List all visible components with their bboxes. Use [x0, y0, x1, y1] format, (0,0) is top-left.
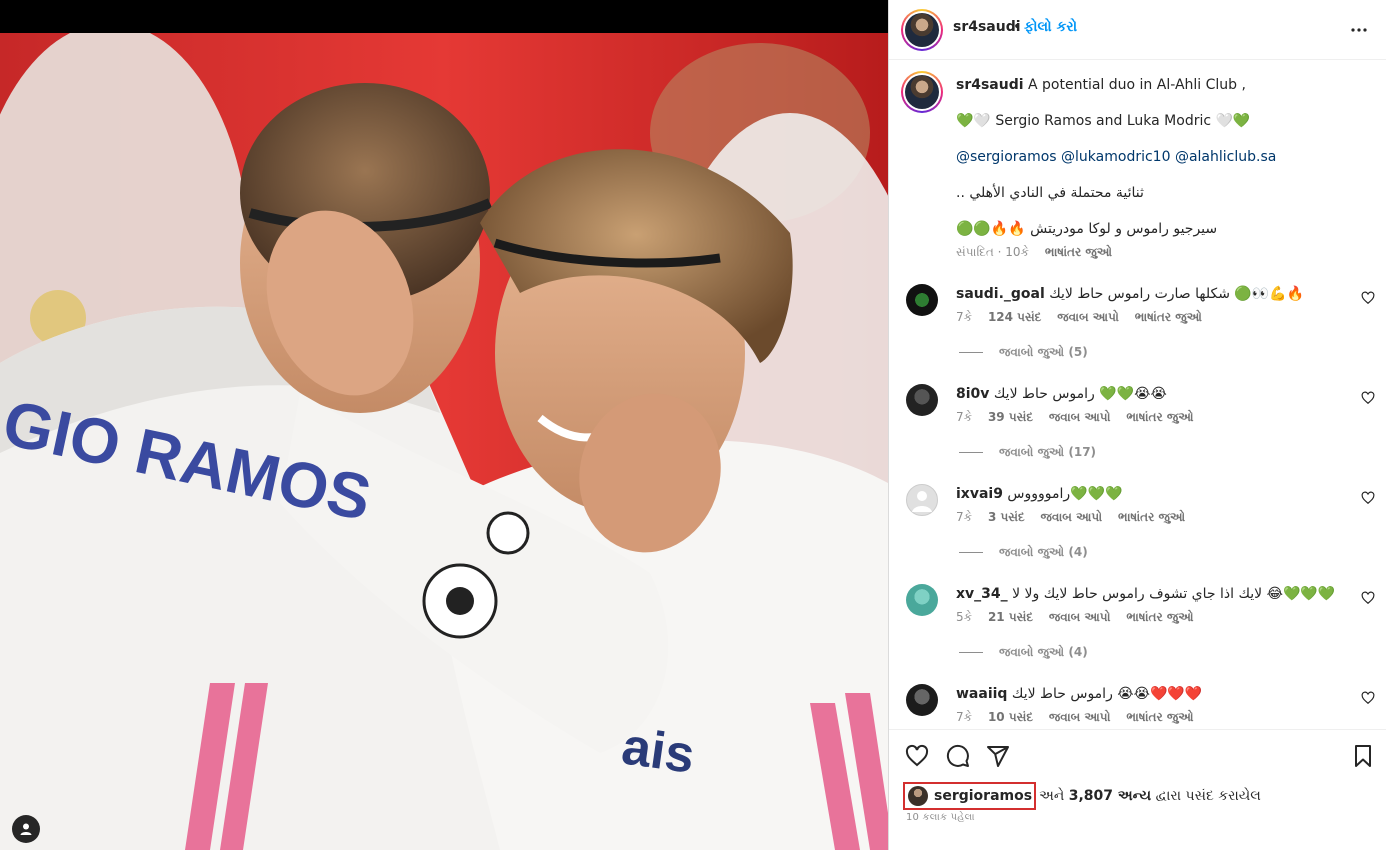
comment-meta: 7કે 3 પસંદ જવાબ આપો ભાષાંતર જુઓ	[956, 510, 1197, 525]
comment-username[interactable]: xv_34_	[956, 586, 1008, 602]
comment-text: ixvai9 رامووووس💚💚💚	[956, 485, 1356, 503]
view-replies-label: જવાબો જુઓ (4)	[999, 645, 1088, 659]
comments-section[interactable]: sr4saudi A potential duo in Al-Ahli Club…	[889, 61, 1386, 729]
comment-meta: 7કે 10 પસંદ જવાબ આપો ભાષાંતર જુઓ	[956, 710, 1205, 725]
follow-button[interactable]: ફોલો કરો	[1024, 19, 1077, 35]
comment-meta: 5કે 21 પસંદ જવાબ આપો ભાષાંતર જુઓ	[956, 610, 1205, 625]
comment-likes[interactable]: 10 પસંદ	[988, 710, 1033, 724]
comment-likes[interactable]: 3 પસંદ	[988, 510, 1025, 524]
svg-text:ais: ais	[618, 717, 698, 784]
mention-lukamodric10[interactable]: @lukamodric10	[1061, 149, 1170, 165]
caption-author-avatar[interactable]	[901, 71, 943, 113]
post-actions: sergioramos અને 3,807 અન્ય દ્વારા પસંદ ક…	[889, 729, 1386, 850]
view-replies-button[interactable]: જવાબો જુઓ (17)	[959, 445, 1096, 460]
caption-text-1: A potential duo in Al-Ahli Club ,	[1028, 77, 1246, 93]
comment-body: راموس حاط لايك 😭😭❤️❤️❤️	[1011, 686, 1203, 702]
comment-time: 7કે	[956, 510, 973, 524]
author-username[interactable]: sr4saudi	[953, 19, 1021, 35]
view-replies-label: જવાબો જુઓ (5)	[999, 345, 1088, 359]
liker-username[interactable]: sergioramos	[934, 788, 1032, 804]
caption-edited-time: સંપાદિત · 10કે	[956, 245, 1030, 259]
header-separator: •	[1013, 19, 1022, 35]
user-tag-icon[interactable]	[12, 815, 40, 843]
comment-time: 7કે	[956, 310, 973, 324]
comment-likes[interactable]: 21 પસંદ	[988, 610, 1033, 624]
comment-like-heart-icon[interactable]	[1361, 691, 1375, 705]
comment-text: waaiiq راموس حاط لايك 😭😭❤️❤️❤️	[956, 685, 1356, 703]
caption-meta: સંપાદિત · 10કે ભાષાંતર જુઓ	[956, 245, 1124, 260]
comment-reply-button[interactable]: જવાબ આપો	[1041, 510, 1103, 524]
comment-username[interactable]: ixvai9	[956, 486, 1003, 502]
comment-likes[interactable]: 39 પસંદ	[988, 410, 1033, 424]
comment-translate-button[interactable]: ભાષાંતર જુઓ	[1126, 710, 1193, 724]
heart-icon[interactable]	[905, 744, 929, 768]
caption-line-2: 💚🤍 Sergio Ramos and Luka Modric 🤍💚	[956, 113, 1251, 129]
comment-body: راموس حاط لايك 💚💚😭😭	[993, 386, 1167, 402]
caption-mentions: @sergioramos @lukamodric10 @alahliclub.s…	[956, 149, 1276, 165]
caption-username[interactable]: sr4saudi	[956, 77, 1024, 93]
comment-username[interactable]: waaiiq	[956, 686, 1007, 702]
comment-avatar[interactable]	[906, 284, 938, 316]
caption-translate-button[interactable]: ભાષાંતર જુઓ	[1045, 245, 1112, 259]
likes-prefix: અને	[1039, 788, 1065, 804]
post-timestamp: 10 કલાક પહેલા	[906, 812, 975, 823]
share-icon[interactable]	[986, 744, 1010, 768]
view-replies-label: જવાબો જુઓ (17)	[999, 445, 1097, 459]
comment-avatar[interactable]	[906, 584, 938, 616]
view-replies-button[interactable]: જવાબો જુઓ (5)	[959, 345, 1088, 360]
caption-line-1: sr4saudi A potential duo in Al-Ahli Club…	[956, 77, 1246, 93]
post-photo[interactable]: ais GIO RAMOS	[0, 33, 888, 850]
comment-body: لايك اذا جاي تشوف راموس حاط لايك ولا لا …	[1012, 586, 1336, 602]
comment-reply-button[interactable]: જવાબ આપો	[1057, 310, 1119, 324]
comment-body: رامووووس💚💚💚	[1007, 486, 1123, 502]
liker-avatar[interactable]	[908, 786, 928, 806]
mention-alahliclub[interactable]: @alahliclub.sa	[1175, 149, 1276, 165]
mention-sergioramos[interactable]: @sergioramos	[956, 149, 1057, 165]
caption-line-5: سيرجيو راموس و لوكا مودريتش 🔥🔥🟢🟢	[956, 221, 1218, 237]
bookmark-icon[interactable]	[1351, 744, 1375, 768]
comment-meta: 7કે 124 પસંદ જવાબ આપો ભાષાંતર જુઓ	[956, 310, 1214, 325]
comment-reply-button[interactable]: જવાબ આપો	[1049, 610, 1111, 624]
comment-translate-button[interactable]: ભાષાંતર જુઓ	[1135, 310, 1202, 324]
comment-translate-button[interactable]: ભાષાંતર જુઓ	[1126, 410, 1193, 424]
view-replies-button[interactable]: જવાબો જુઓ (4)	[959, 645, 1088, 660]
comment-like-heart-icon[interactable]	[1361, 491, 1375, 505]
comment-likes[interactable]: 124 પસંદ	[988, 310, 1041, 324]
comment-like-heart-icon[interactable]	[1361, 591, 1375, 605]
liker-highlight[interactable]: sergioramos	[903, 782, 1037, 810]
comment-time: 7કે	[956, 410, 973, 424]
comment-text: xv_34_ لايك اذا جاي تشوف راموس حاط لايك …	[956, 585, 1356, 603]
comment-translate-button[interactable]: ભાષાંતર જુઓ	[1126, 610, 1193, 624]
post-media[interactable]: ais GIO RAMOS	[0, 0, 888, 850]
comment-username[interactable]: saudi._goal	[956, 286, 1045, 302]
view-replies-button[interactable]: જવાબો જુઓ (4)	[959, 545, 1088, 560]
caption-line-4: ثنائية محتملة في النادي الأهلي ..	[956, 185, 1144, 201]
comment-body: شكلها صارت راموس حاط لايك 🟢👀💪🔥	[1049, 286, 1305, 302]
comment-icon[interactable]	[946, 744, 970, 768]
comment-translate-button[interactable]: ભાષાંતર જુઓ	[1118, 510, 1185, 524]
view-replies-label: જવાબો જુઓ (4)	[999, 545, 1088, 559]
likes-count[interactable]: 3,807 અન્ય	[1069, 788, 1151, 804]
author-avatar[interactable]	[901, 9, 943, 51]
post-side-panel: sr4saudi • ફોલો કરો sr4saudi A potential…	[888, 0, 1386, 850]
comment-time: 5કે	[956, 610, 973, 624]
comment-avatar[interactable]	[906, 484, 938, 516]
likes-suffix: દ્વારા પસંદ કરાયેલ	[1155, 788, 1261, 804]
comment-avatar[interactable]	[906, 384, 938, 416]
comment-text: saudi._goal شكلها صارت راموس حاط لايك 🟢👀…	[956, 285, 1356, 303]
post-header: sr4saudi • ફોલો કરો	[889, 0, 1386, 60]
more-horizontal-icon[interactable]	[1347, 18, 1371, 42]
comment-meta: 7કે 39 પસંદ જવાબ આપો ભાષાંતર જુઓ	[956, 410, 1205, 425]
comment-reply-button[interactable]: જવાબ આપો	[1049, 710, 1111, 724]
comment-like-heart-icon[interactable]	[1361, 391, 1375, 405]
comment-text: 8i0v راموس حاط لايك 💚💚😭😭	[956, 385, 1356, 403]
likes-summary: sergioramos અને 3,807 અન્ય દ્વારા પસંદ ક…	[903, 782, 1261, 810]
comment-reply-button[interactable]: જવાબ આપો	[1049, 410, 1111, 424]
comment-like-heart-icon[interactable]	[1361, 291, 1375, 305]
comment-time: 7કે	[956, 710, 973, 724]
comment-username[interactable]: 8i0v	[956, 386, 989, 402]
likes-count-text[interactable]: અને 3,807 અન્ય દ્વારા પસંદ કરાયેલ	[1039, 788, 1261, 804]
comment-avatar[interactable]	[906, 684, 938, 716]
